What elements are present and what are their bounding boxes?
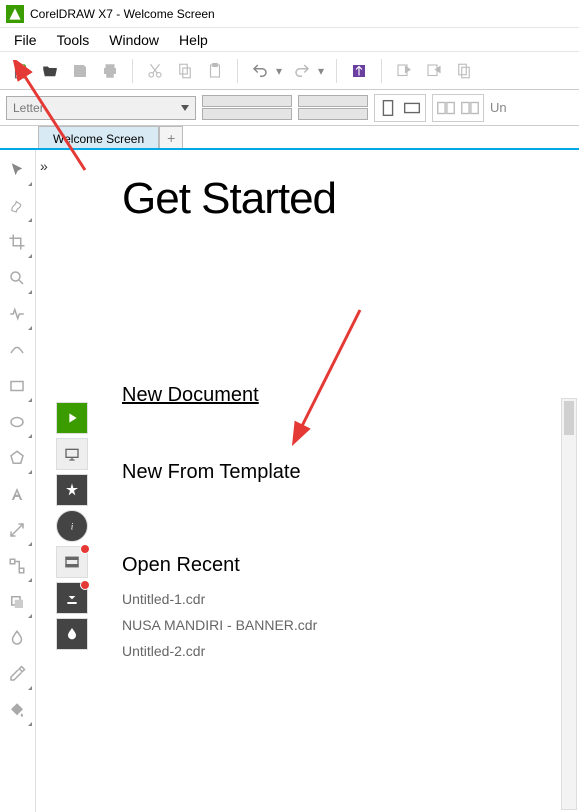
scrollbar-thumb[interactable]: [564, 401, 574, 435]
new-button[interactable]: [6, 57, 34, 85]
transparency-tool[interactable]: [0, 620, 34, 656]
gallery-icon[interactable]: [56, 546, 88, 578]
standard-toolbar: ▾ ▾: [0, 52, 579, 90]
chevron-down-icon: [181, 105, 189, 111]
open-button[interactable]: [36, 57, 64, 85]
undo-dropdown[interactable]: ▾: [276, 64, 286, 78]
recent-file-item[interactable]: Untitled-1.cdr: [122, 591, 569, 607]
import-button[interactable]: [390, 57, 418, 85]
copy-button[interactable]: [171, 57, 199, 85]
page-dimensions-group-2: [298, 95, 368, 120]
orientation-portrait-button[interactable]: [377, 97, 399, 119]
print-button[interactable]: [96, 57, 124, 85]
cut-button[interactable]: [141, 57, 169, 85]
current-page-button[interactable]: [459, 97, 481, 119]
all-pages-button[interactable]: [435, 97, 457, 119]
svg-text:i: i: [71, 522, 74, 532]
welcome-screen-content: » i Get Started New Document New From Te…: [36, 150, 579, 812]
menu-help[interactable]: Help: [169, 30, 218, 50]
titlebar: CorelDRAW X7 - Welcome Screen: [0, 0, 579, 28]
page-height-input-2[interactable]: [298, 108, 368, 120]
export-button[interactable]: [420, 57, 448, 85]
page-width-input-2[interactable]: [298, 95, 368, 107]
save-button[interactable]: [66, 57, 94, 85]
drop-shadow-tool[interactable]: [0, 584, 34, 620]
page-height-input[interactable]: [202, 108, 292, 120]
page-size-value: Letter: [13, 101, 44, 115]
menu-window[interactable]: Window: [99, 30, 169, 50]
rectangle-tool[interactable]: [0, 368, 34, 404]
polygon-tool[interactable]: [0, 440, 34, 476]
welcome-panel: Get Started New Document New From Templa…: [94, 150, 579, 812]
menu-bar: File Tools Window Help: [0, 28, 579, 52]
page-apply-group: [432, 94, 484, 122]
search-content-button[interactable]: [345, 57, 373, 85]
undo-button[interactable]: [246, 57, 274, 85]
tab-welcome-screen[interactable]: Welcome Screen: [38, 126, 159, 148]
parallel-dimension-tool[interactable]: [0, 512, 34, 548]
orientation-landscape-button[interactable]: [401, 97, 423, 119]
workspace-icon[interactable]: [56, 438, 88, 470]
artistic-media-tool[interactable]: [0, 332, 34, 368]
menu-file[interactable]: File: [4, 30, 47, 50]
whats-new-icon[interactable]: [56, 474, 88, 506]
main-area: » i Get Started New Document New From Te…: [0, 150, 579, 812]
page-width-input[interactable]: [202, 95, 292, 107]
need-help-icon[interactable]: i: [56, 510, 88, 542]
coreldraw-app-icon: [6, 5, 24, 23]
color-eyedropper-tool[interactable]: [0, 656, 34, 692]
shape-tool[interactable]: [0, 188, 34, 224]
get-started-icon[interactable]: [56, 402, 88, 434]
get-started-heading: Get Started: [122, 174, 569, 224]
property-bar: Letter Un: [0, 90, 579, 126]
updates-icon[interactable]: [56, 582, 88, 614]
toolbox: [0, 150, 36, 812]
freehand-tool[interactable]: [0, 296, 34, 332]
new-from-template-link[interactable]: New From Template: [122, 461, 569, 484]
open-recent-heading: Open Recent: [122, 554, 569, 577]
connector-tool[interactable]: [0, 548, 34, 584]
paste-button[interactable]: [201, 57, 229, 85]
crop-tool[interactable]: [0, 224, 34, 260]
page-dimensions-group: [202, 95, 292, 120]
interactive-fill-tool[interactable]: [0, 692, 34, 728]
redo-button[interactable]: [288, 57, 316, 85]
recent-file-item[interactable]: NUSA MANDIRI - BANNER.cdr: [122, 617, 569, 633]
collapse-sidebar-button[interactable]: »: [36, 150, 56, 812]
publish-pdf-button[interactable]: [450, 57, 478, 85]
welcome-side-icons: i: [56, 150, 94, 812]
ellipse-tool[interactable]: [0, 404, 34, 440]
units-label: Un: [490, 100, 507, 115]
redo-dropdown[interactable]: ▾: [318, 64, 328, 78]
document-tabs-area: Welcome Screen +: [0, 126, 579, 150]
zoom-tool[interactable]: [0, 260, 34, 296]
membership-icon[interactable]: [56, 618, 88, 650]
tab-add-button[interactable]: +: [159, 126, 183, 148]
menu-tools[interactable]: Tools: [47, 30, 100, 50]
text-tool[interactable]: [0, 476, 34, 512]
orientation-group: [374, 94, 426, 122]
window-title: CorelDRAW X7 - Welcome Screen: [30, 7, 215, 21]
page-size-combo[interactable]: Letter: [6, 96, 196, 120]
recent-file-item[interactable]: Untitled-2.cdr: [122, 643, 569, 659]
new-document-link[interactable]: New Document: [122, 384, 569, 407]
pick-tool[interactable]: [0, 152, 34, 188]
vertical-scrollbar[interactable]: [561, 398, 577, 810]
